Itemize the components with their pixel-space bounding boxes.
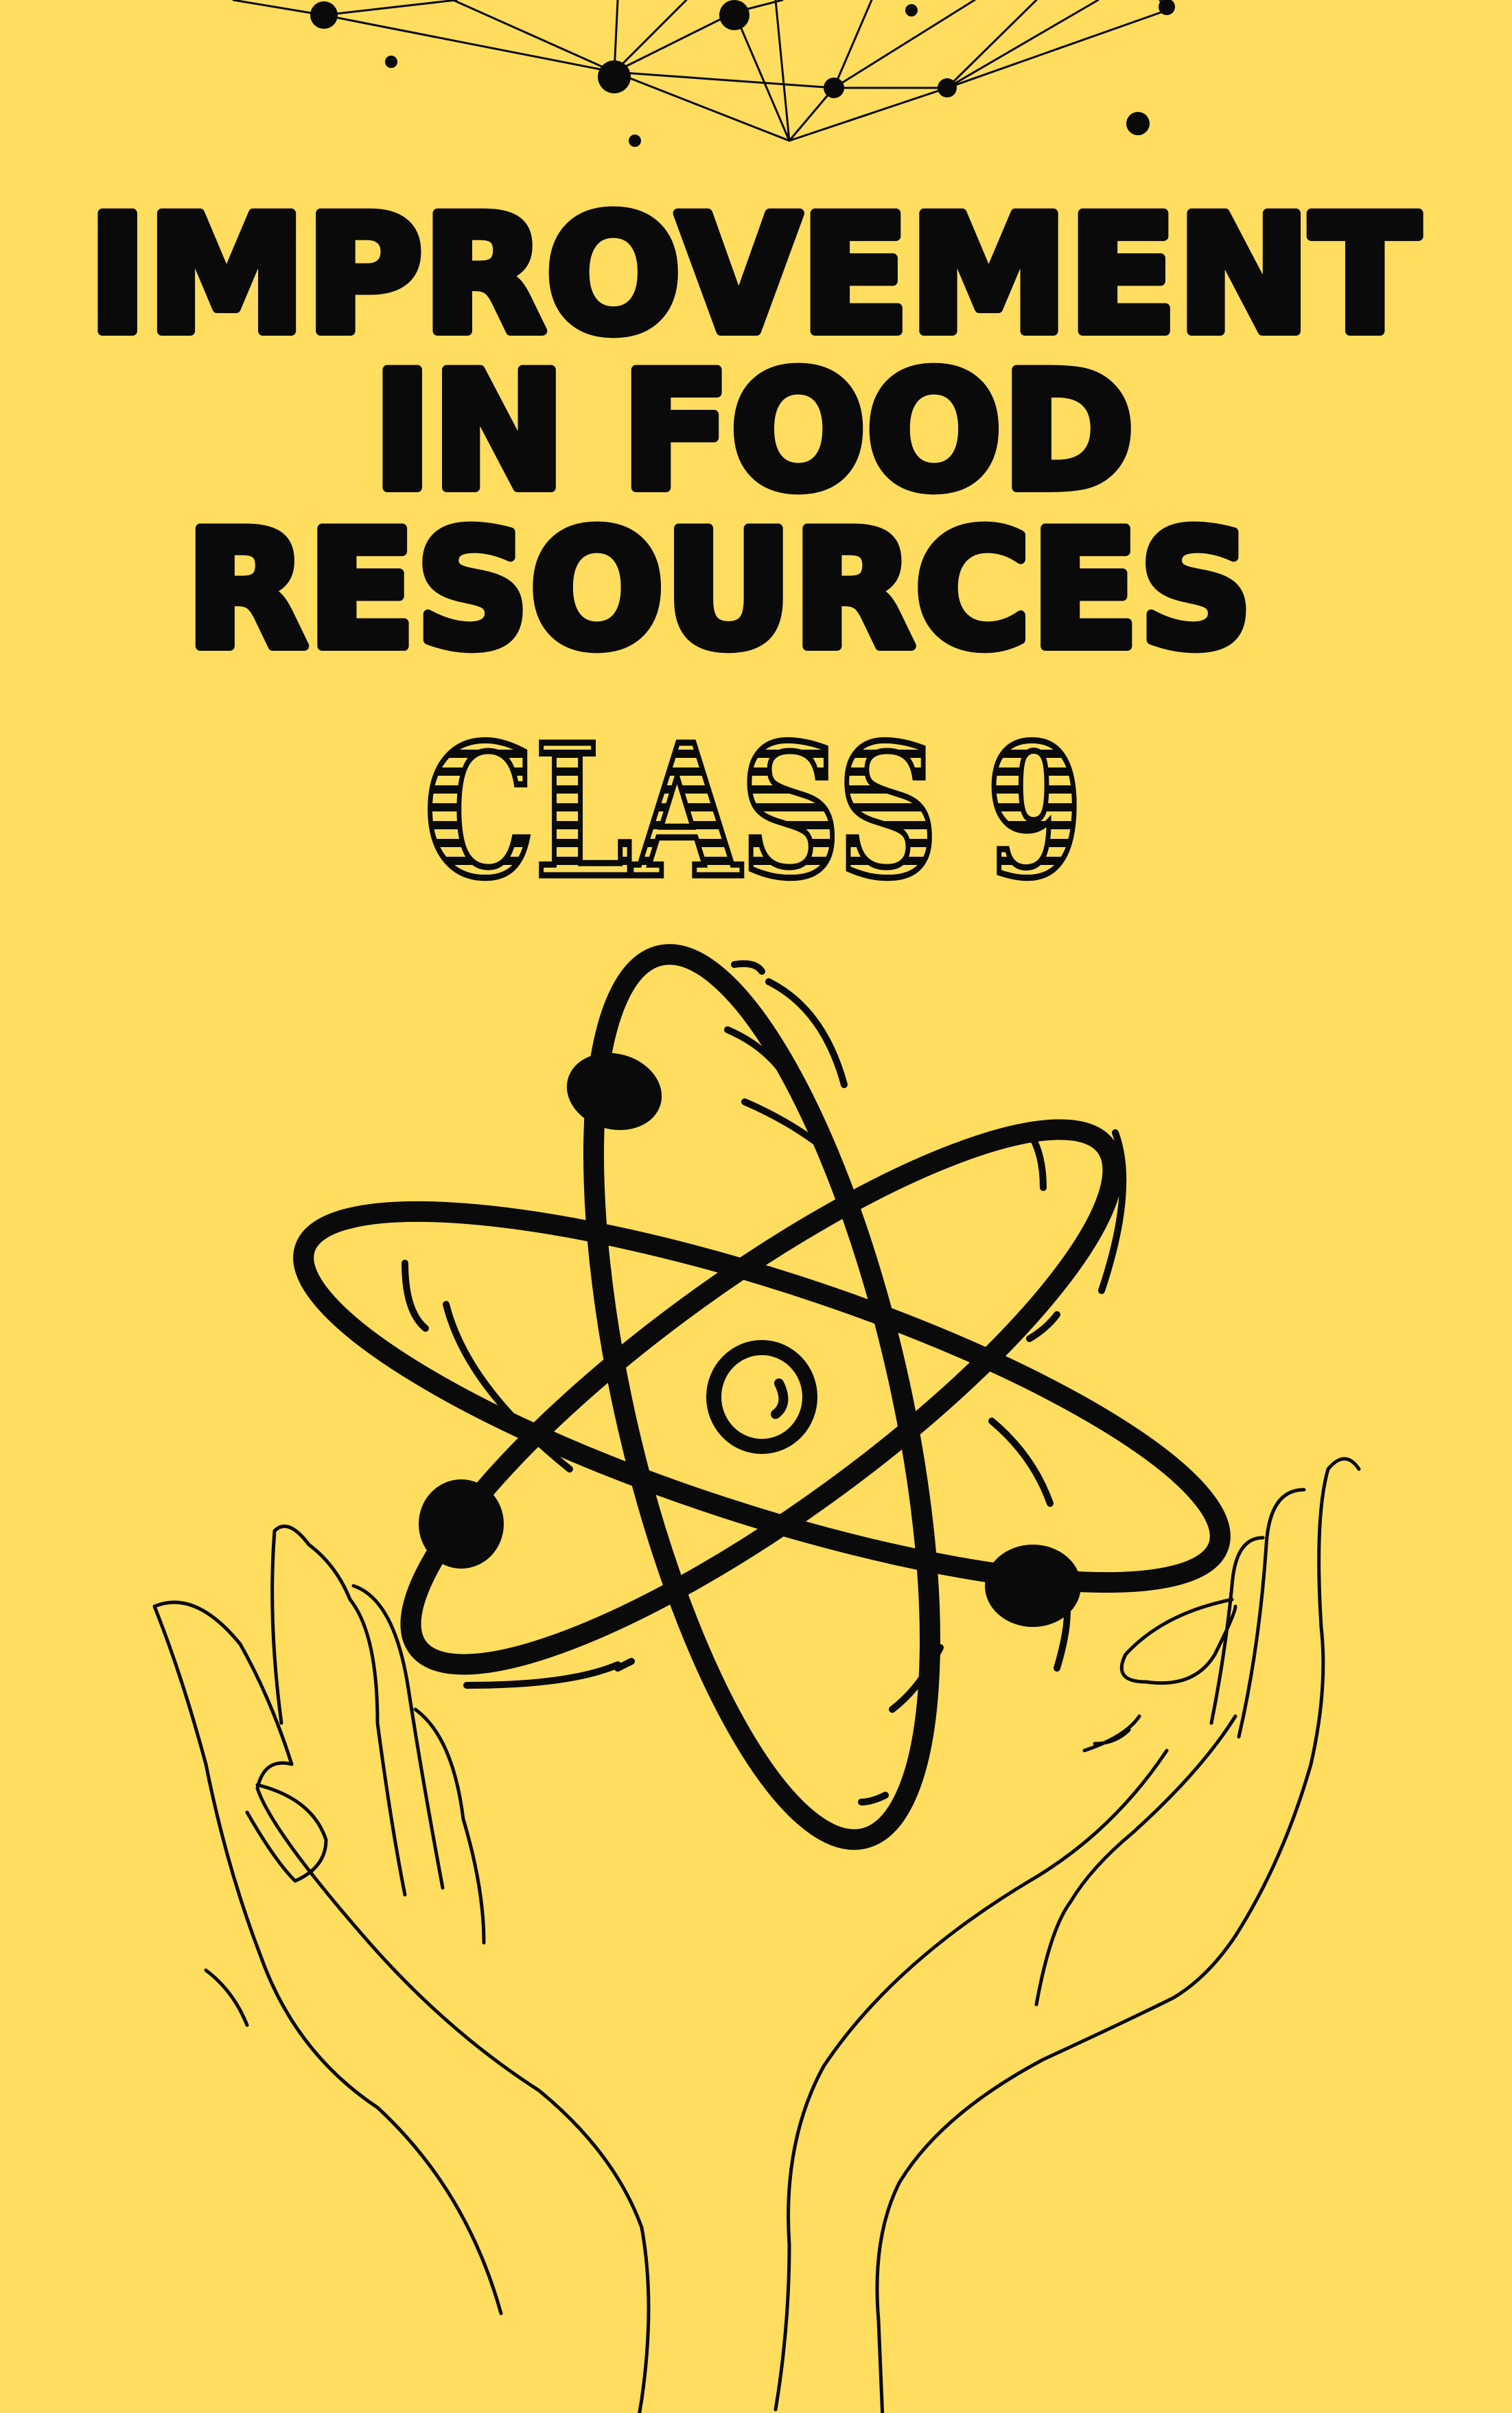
class-subtitle: CLASS 9 [424,705,1083,919]
title-line-3: RESOURCES [186,497,1253,684]
book-cover: IMPROVEMENT IN FOOD RESOURCES CLASS 9 [0,0,1512,2413]
atom-icon [293,944,1231,1850]
network-graph-icon [232,0,1175,147]
open-hands-icon [152,1457,1361,2413]
cover-artwork: IMPROVEMENT IN FOOD RESOURCES CLASS 9 [83,0,1424,2413]
